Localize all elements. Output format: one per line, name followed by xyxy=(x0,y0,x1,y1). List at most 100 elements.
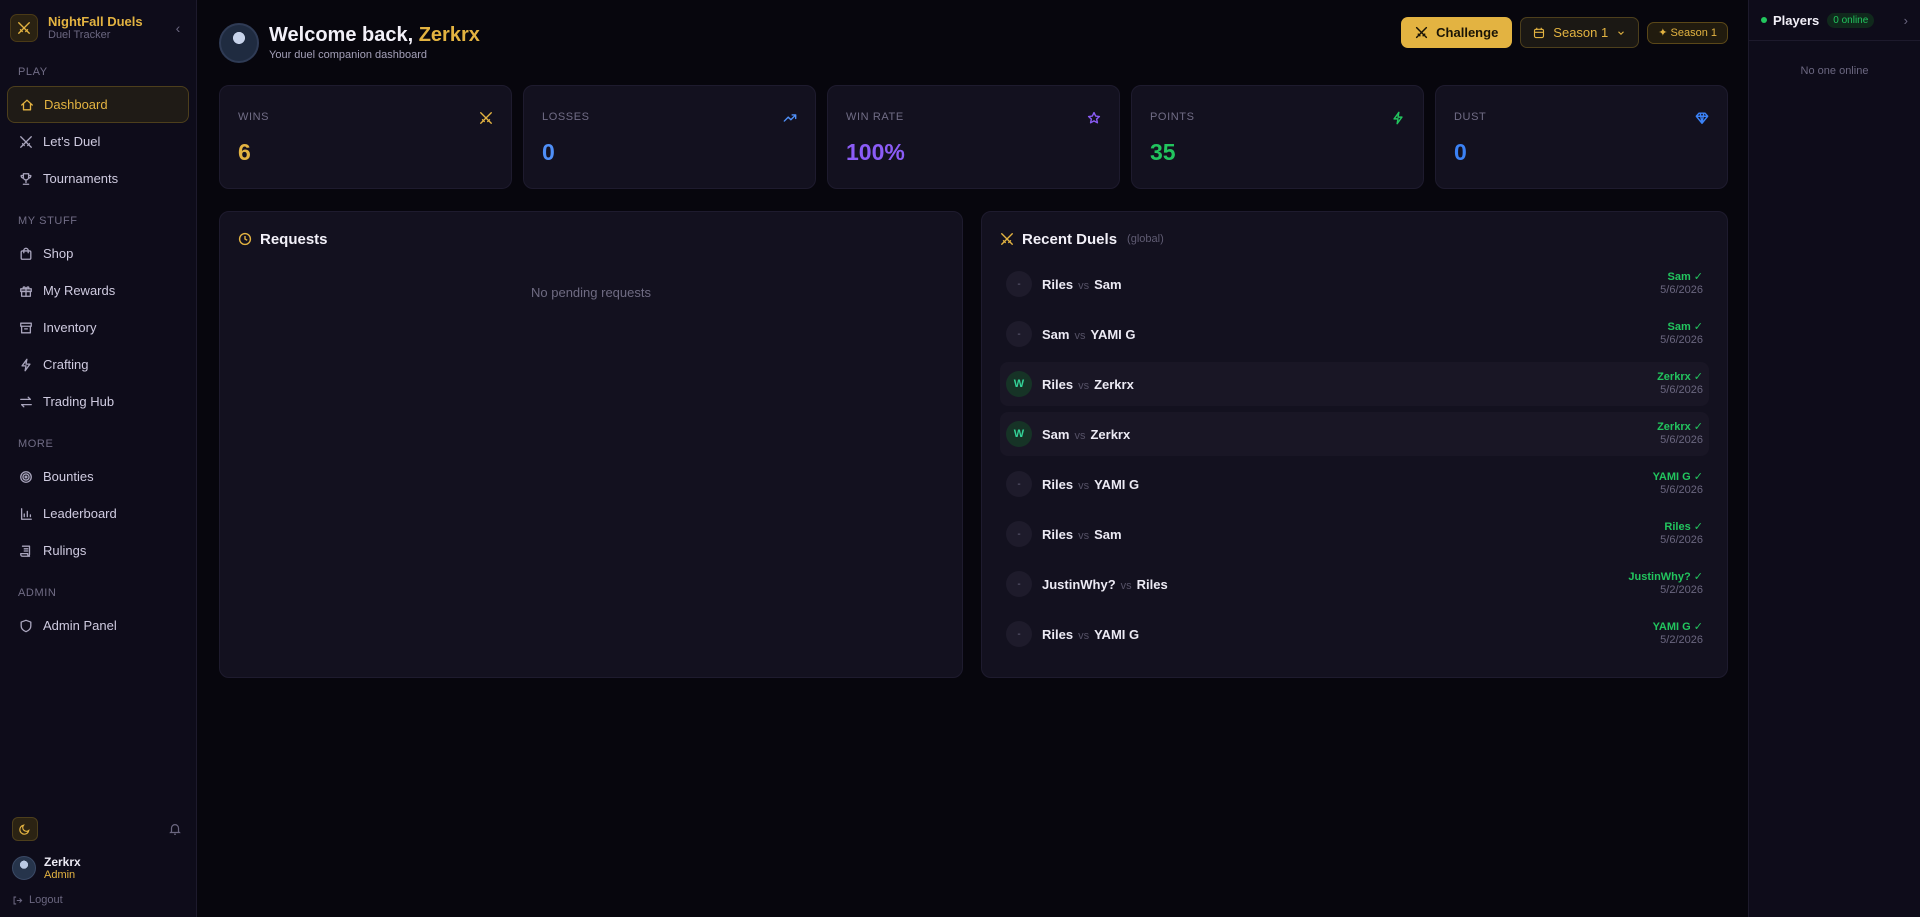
sidebar-item-label: Dashboard xyxy=(44,97,108,112)
list-item[interactable]: - Sam vs YAMI G Sam ✓ 5/6/2026 xyxy=(1000,312,1709,356)
players-empty-state: No one online xyxy=(1800,65,1869,77)
player-two: YAMI G xyxy=(1094,626,1140,642)
sidebar-item-tournaments[interactable]: Tournaments xyxy=(7,160,189,197)
bolt-icon xyxy=(1393,111,1403,125)
result-marker: - xyxy=(1006,471,1032,497)
sidebar-item-label: Admin Panel xyxy=(43,618,117,633)
swap-icon xyxy=(20,396,32,407)
duel-players: Riles vs Sam xyxy=(1042,527,1122,542)
duel-date: 5/6/2026 xyxy=(1660,384,1703,396)
scroll-icon xyxy=(20,545,31,557)
recent-duels-panel: Recent Duels (global) - Riles vs Sam Sam ✓ 5/… xyxy=(981,211,1728,678)
stat-value: 0 xyxy=(542,139,555,165)
stat-label: WIN RATE xyxy=(846,111,904,123)
page-header: Welcome back, Zerkrx Your duel companion… xyxy=(219,0,1728,85)
list-item[interactable]: W Sam vs Zerkrx Zerkrx ✓ 5/6/2026 xyxy=(1000,412,1709,456)
sidebar-item-shop[interactable]: Shop xyxy=(7,235,189,272)
duel-players: Sam vs YAMI G xyxy=(1042,327,1136,342)
duel-date: 5/6/2026 xyxy=(1660,334,1703,346)
sidebar-item-let-s-duel[interactable]: Let's Duel xyxy=(7,123,189,160)
sidebar-item-my-rewards[interactable]: My Rewards xyxy=(7,272,189,309)
player-two: Sam xyxy=(1094,276,1122,292)
players-rail: Players 0 online › No one online xyxy=(1748,0,1920,917)
avatar xyxy=(219,22,259,63)
sidebar-item-label: Trading Hub xyxy=(43,394,115,409)
vs-label: vs xyxy=(1120,579,1132,592)
nav-section-my-stuff: MY STUFF xyxy=(18,215,78,227)
sidebar-item-dashboard[interactable]: Dashboard xyxy=(7,86,189,123)
list-item[interactable]: - Riles vs Sam Riles ✓ 5/6/2026 xyxy=(1000,512,1709,556)
sidebar-item-inventory[interactable]: Inventory xyxy=(7,309,189,346)
expand-players-button[interactable]: › xyxy=(1904,13,1908,28)
duel-date: 5/6/2026 xyxy=(1660,434,1703,446)
page-subtitle: Your duel companion dashboard xyxy=(269,49,427,61)
sidebar-item-bounties[interactable]: Bounties xyxy=(7,458,189,495)
user-profile[interactable]: Zerkrx Admin xyxy=(12,853,184,883)
shopping-bag-icon xyxy=(20,247,32,260)
sidebar-item-label: Let's Duel xyxy=(43,134,101,149)
stat-label: WINS xyxy=(238,111,270,123)
swords-icon xyxy=(480,112,492,124)
player-one: Riles xyxy=(1042,526,1074,542)
calendar-icon xyxy=(1534,27,1545,38)
sidebar-item-label: Rulings xyxy=(43,543,87,558)
sidebar-item-label: Tournaments xyxy=(43,171,119,186)
player-one: JustinWhy? xyxy=(1042,576,1116,592)
player-two: Zerkrx xyxy=(1090,426,1131,442)
list-item[interactable]: - Riles vs Sam Sam ✓ 5/6/2026 xyxy=(1000,262,1709,306)
app-root: NightFall Duels Duel Tracker ‹ PLAY Dashb… xyxy=(0,0,1920,917)
home-icon xyxy=(21,99,33,110)
player-one: Sam xyxy=(1042,426,1070,442)
vs-label: vs xyxy=(1078,279,1090,292)
stat-card-losses: LOSSES 0 xyxy=(523,85,816,189)
main-content: Welcome back, Zerkrx Your duel companion… xyxy=(197,0,1748,917)
list-item[interactable]: - JustinWhy? vs Riles JustinWhy? ✓ 5/2/2026 xyxy=(1000,562,1709,606)
duel-date: 5/6/2026 xyxy=(1660,534,1703,546)
trophy-icon xyxy=(20,172,32,185)
duel-date: 5/6/2026 xyxy=(1660,284,1703,296)
duel-winner: JustinWhy? ✓ xyxy=(1628,571,1703,583)
requests-empty-state: No pending requests xyxy=(531,285,651,300)
vs-label: vs xyxy=(1078,529,1090,542)
sidebar-item-label: Shop xyxy=(43,246,74,261)
season-badge: ✦ Season 1 xyxy=(1647,21,1728,44)
swords-icon xyxy=(1001,233,1013,245)
duel-winner: YAMI G ✓ xyxy=(1652,471,1703,483)
stat-value: 6 xyxy=(238,139,251,165)
list-item[interactable]: W Riles vs Zerkrx Zerkrx ✓ 5/6/2026 xyxy=(1000,362,1709,406)
stats-row: WINS 6 LOSSES 0 WIN RATE 100% POINTS 35 DUST 0 xyxy=(219,85,1728,189)
page-title: Welcome back, Zerkrx xyxy=(269,23,480,47)
shield-icon xyxy=(20,619,32,632)
requests-panel: Requests No pending requests xyxy=(219,211,963,678)
sidebar-nav: PLAY Dashboard Let's Duel Tournaments MY STU… xyxy=(0,56,196,644)
collapse-sidebar-button[interactable]: ‹ xyxy=(170,20,186,36)
logout-button[interactable]: Logout xyxy=(12,893,184,907)
player-one: Riles xyxy=(1042,376,1074,392)
season-select[interactable]: Season 1 xyxy=(1520,17,1640,48)
theme-toggle-button[interactable] xyxy=(12,817,38,841)
sidebar-item-admin-panel[interactable]: Admin Panel xyxy=(7,607,189,644)
result-marker: - xyxy=(1006,271,1032,297)
challenge-button[interactable]: Challenge xyxy=(1401,17,1513,48)
sidebar-item-trading-hub[interactable]: Trading Hub xyxy=(7,383,189,420)
stat-card-points: POINTS 35 xyxy=(1131,85,1424,189)
sidebar-footer: Zerkrx Admin Logout xyxy=(0,817,196,917)
sidebar-item-leaderboard[interactable]: Leaderboard xyxy=(7,495,189,532)
list-item[interactable]: - Riles vs YAMI G YAMI G ✓ 5/6/2026 xyxy=(1000,462,1709,506)
duel-players: Riles vs Zerkrx xyxy=(1042,377,1134,392)
duel-winner: Sam ✓ xyxy=(1667,271,1703,283)
nav-section-admin: ADMIN xyxy=(18,587,57,599)
sidebar-item-crafting[interactable]: Crafting xyxy=(7,346,189,383)
online-count-badge: 0 online xyxy=(1827,12,1875,28)
online-status-dot xyxy=(1761,17,1767,23)
bolt-icon xyxy=(21,358,31,371)
stat-value: 35 xyxy=(1150,139,1176,165)
target-icon xyxy=(20,470,32,483)
duel-winner: Sam ✓ xyxy=(1667,321,1703,333)
season-select-value: Season 1 xyxy=(1553,25,1609,40)
challenge-label: Challenge xyxy=(1436,25,1499,40)
sidebar-item-rulings[interactable]: Rulings xyxy=(7,532,189,569)
list-item[interactable]: - Riles vs YAMI G YAMI G ✓ 5/2/2026 xyxy=(1000,612,1709,656)
welcome-username: Zerkrx xyxy=(418,24,480,46)
notifications-button[interactable] xyxy=(166,822,184,836)
